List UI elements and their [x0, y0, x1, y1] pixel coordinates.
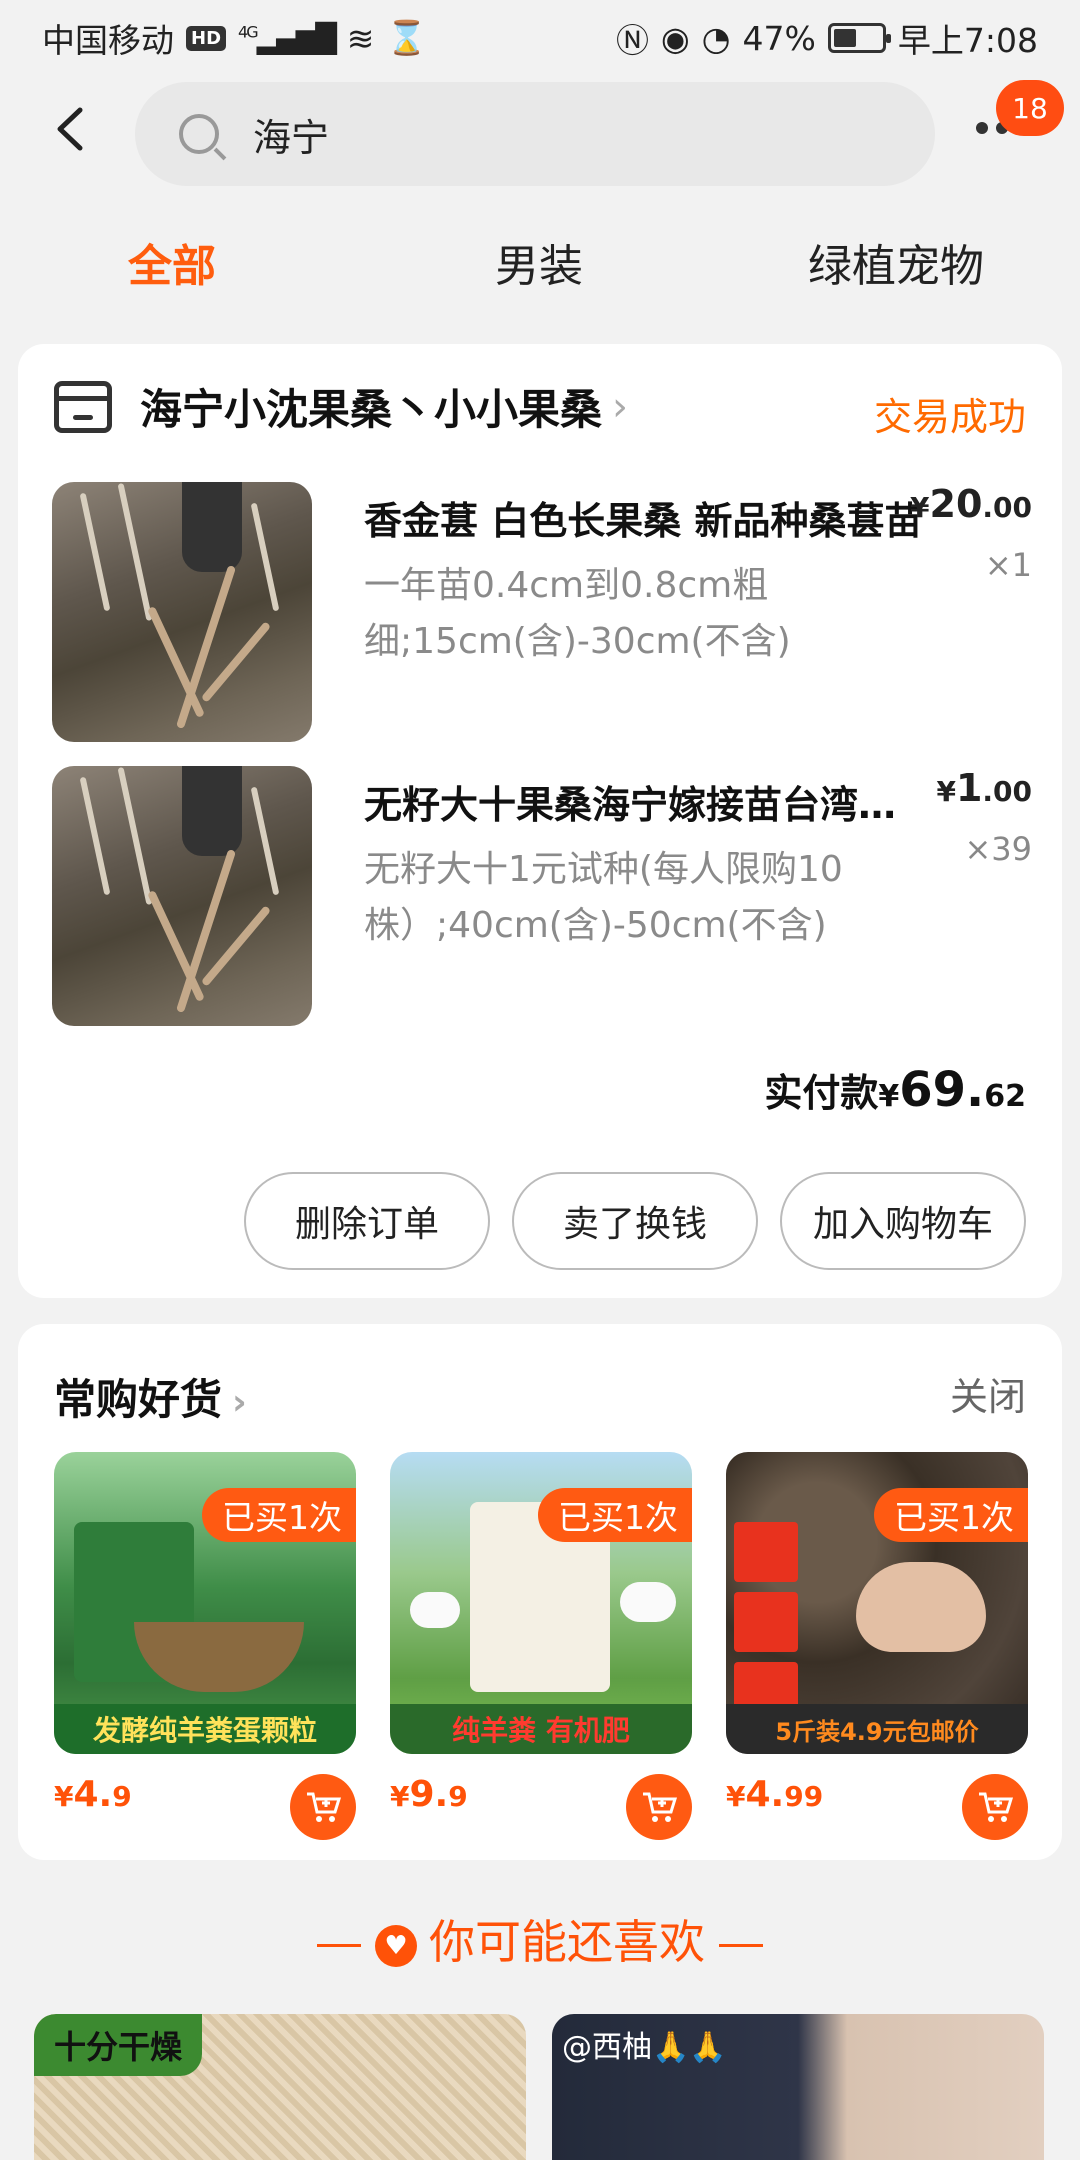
product-image[interactable]: [52, 766, 312, 1026]
close-button[interactable]: 关闭: [950, 1366, 1026, 1421]
product-price: ¥9.9: [390, 1774, 468, 1815]
chevron-right-icon: ›: [232, 1382, 247, 1423]
product-card[interactable]: 已买1次 5斤装4.9元包邮价 ¥4.99: [726, 1452, 1028, 1840]
product-qty: ×39: [964, 830, 1032, 868]
heart-icon: ♥: [375, 1924, 417, 1967]
purchase-count-badge: 已买1次: [538, 1488, 692, 1542]
tab-all[interactable]: 全部: [128, 230, 216, 294]
purchase-count-badge: 已买1次: [202, 1488, 356, 1542]
battery-fill: [833, 29, 856, 47]
search-input[interactable]: 海宁: [253, 107, 329, 162]
recommend-card[interactable]: @西柚🙏🙏: [552, 2014, 1044, 2160]
speed-icon: ◔: [701, 18, 731, 58]
order-item[interactable]: 无籽大十果桑海宁嫁接苗台湾长果桑 无籽大十1元试种(每人限购10株）;40cm(…: [52, 766, 1032, 1026]
product-name[interactable]: 香金葚 白色长果桑 新品种桑葚苗: [364, 490, 924, 545]
product-image[interactable]: 已买1次 发酵纯羊粪蛋颗粒: [54, 1452, 356, 1754]
hd-icon: HD: [186, 25, 227, 51]
battery-icon: [827, 23, 891, 53]
store-icon: [54, 380, 112, 433]
battery-percent: 47%: [742, 18, 816, 58]
product-banner: 发酵纯羊粪蛋颗粒: [54, 1704, 356, 1754]
shop-row[interactable]: 海宁小沈果桑丶小小果桑 ›: [54, 376, 628, 437]
status-bar: 中国移动 HD 4G▂▄▆█ ≋ ⌛ Ⓝ ◉ ◔ 47% 早上7:08: [0, 0, 1080, 76]
header: 海宁 18: [0, 80, 1080, 190]
product-banner: 5斤装4.9元包邮价: [726, 1704, 1028, 1754]
purchase-count-badge: 已买1次: [874, 1488, 1028, 1542]
product-card[interactable]: 已买1次 发酵纯羊粪蛋颗粒 ¥4.9: [54, 1452, 356, 1840]
carrier-label: 中国移动: [42, 21, 174, 60]
order-card: 海宁小沈果桑丶小小果桑 › 交易成功 香金葚 白色长果桑 新品种桑葚苗 一年苗0…: [18, 344, 1062, 1298]
recommend-title: ♥ 你可能还喜欢: [0, 1906, 1080, 1972]
order-total: 实付款¥69.62: [764, 1062, 1026, 1118]
product-sku: 一年苗0.4cm到0.8cm粗细;15cm(含)-30cm(不含): [364, 565, 791, 662]
add-cart-icon[interactable]: [626, 1774, 692, 1840]
product-price: ¥1.00: [936, 766, 1032, 810]
chevron-right-icon: ›: [612, 383, 629, 430]
shop-name[interactable]: 海宁小沈果桑丶小小果桑: [140, 376, 602, 437]
recommend-tag: @西柚🙏🙏: [562, 2030, 727, 2065]
product-card[interactable]: 已买1次 纯羊粪 有机肥 ¥9.9: [390, 1452, 692, 1840]
order-item[interactable]: 香金葚 白色长果桑 新品种桑葚苗 一年苗0.4cm到0.8cm粗细;15cm(含…: [52, 482, 1032, 742]
add-cart-icon[interactable]: [290, 1774, 356, 1840]
product-price: ¥20.00: [910, 482, 1032, 526]
nfc-icon: Ⓝ: [615, 21, 649, 60]
product-image[interactable]: 已买1次 5斤装4.9元包邮价: [726, 1452, 1028, 1754]
section-title[interactable]: 常购好货 ›: [54, 1366, 247, 1427]
back-icon[interactable]: [50, 104, 110, 164]
product-name[interactable]: 无籽大十果桑海宁嫁接苗台湾长果桑: [364, 774, 924, 829]
order-status: 交易成功: [873, 395, 1026, 439]
product-price: ¥4.99: [726, 1774, 824, 1815]
delete-order-button[interactable]: 删除订单: [244, 1172, 490, 1270]
network-label: 4G: [238, 22, 259, 42]
product-banner: 纯羊粪 有机肥: [390, 1704, 692, 1754]
search-bar[interactable]: 海宁: [135, 82, 935, 186]
category-tabs: 全部 男装 绿植宠物: [0, 230, 1080, 300]
clock: 早上7:08: [897, 21, 1038, 60]
wifi-icon: ≋: [346, 18, 375, 58]
resell-button[interactable]: 卖了换钱: [512, 1172, 758, 1270]
tab-menswear[interactable]: 男装: [495, 230, 583, 294]
product-price: ¥4.9: [54, 1774, 132, 1815]
tab-plants-pets[interactable]: 绿植宠物: [808, 230, 984, 294]
recommend-card[interactable]: 十分干燥: [34, 2014, 526, 2160]
order-actions: 删除订单 卖了换钱 加入购物车: [244, 1172, 1026, 1270]
hourglass-icon: ⌛: [386, 18, 428, 57]
product-sku: 无籽大十1元试种(每人限购10株）;40cm(含)-50cm(不含): [364, 849, 843, 946]
add-to-cart-button[interactable]: 加入购物车: [780, 1172, 1026, 1270]
product-image[interactable]: [52, 482, 312, 742]
signal-icon: 4G▂▄▆█: [238, 21, 337, 55]
add-cart-icon[interactable]: [962, 1774, 1028, 1840]
recommend-tag: 十分干燥: [34, 2014, 203, 2076]
product-qty: ×1: [984, 546, 1032, 584]
search-icon: [179, 114, 219, 154]
product-image[interactable]: 已买1次 纯羊粪 有机肥: [390, 1452, 692, 1754]
eye-icon: ◉: [660, 18, 690, 58]
frequent-purchases-card: 常购好货 › 关闭 已买1次 发酵纯羊粪蛋颗粒 ¥4.9 已买1次 纯羊粪 有机肥…: [18, 1324, 1062, 1860]
message-badge[interactable]: 18: [996, 80, 1064, 136]
